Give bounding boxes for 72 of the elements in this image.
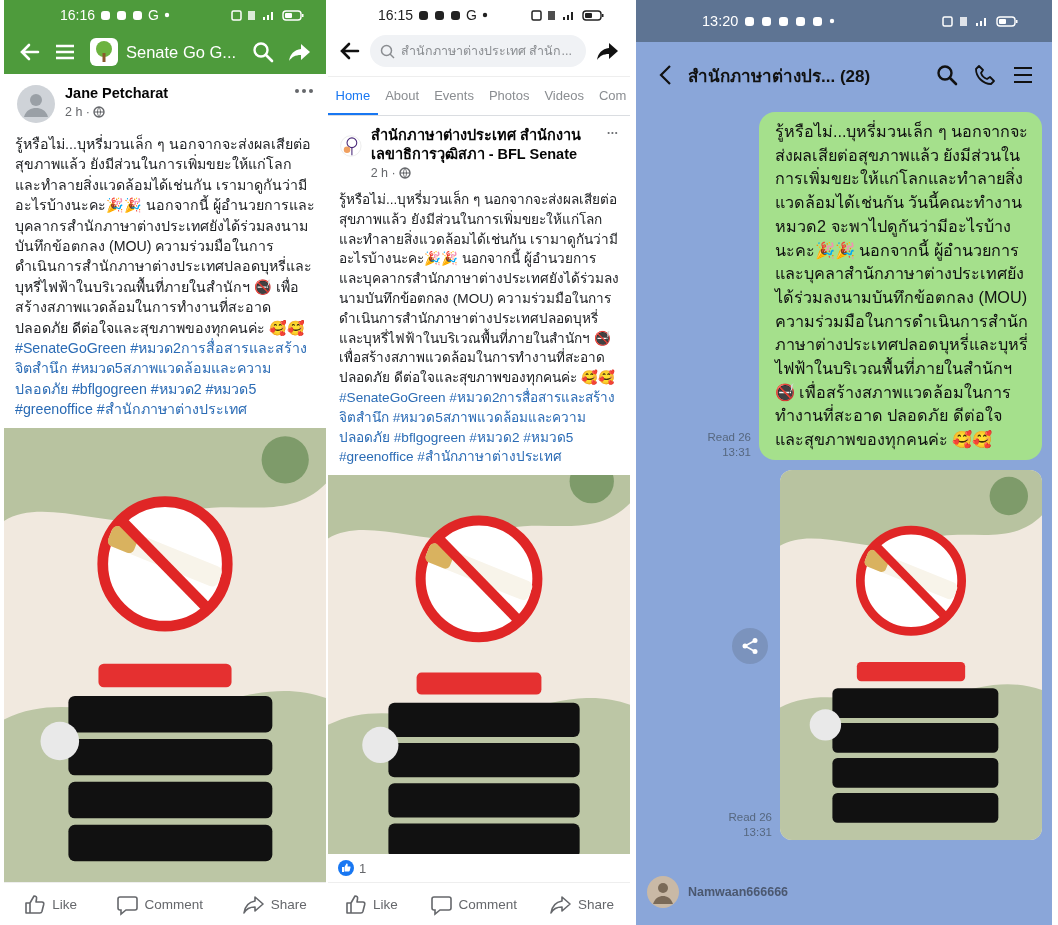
search-field[interactable]: สำนักภาษาต่างประเทศ สำนัก... <box>370 35 586 67</box>
notification-icon <box>812 15 824 27</box>
more-icon[interactable] <box>294 88 314 94</box>
notification-icon <box>100 9 112 21</box>
message-time: 13:31 <box>742 824 772 840</box>
post-text: รู้หรือไม่...บุหรี่มวนเล็ก ๆ นอกจากจะส่งผลเสียต่อสุขภาพแล้ว ยังมีส่วนในการเพิ่มขยะให้แก่โลกและทำลายสิ่งแวดล้อมได้เช่นกัน เรามาดูกันว่ามีอะไรบ้างนะคะ🎉🎉 นอกจากนี้ ผู้อำนวยการและบุคลากรสำนักภาษาต่างประเทศยังได้ร่วมลงนามบันทึกข้อตกลง (MOU) ความร่วมมือในการดำเนินการสำนักภาษาต่างประเทศปลอดบุหรี่และบุหรี่ไฟฟ้าในบริเวณพื้นที่ภายในสำนักฯ 🚭 เพื่อสร้างสภาพแวดล้อมในการทำงานที่สะอาด ปลอดภัย ดีต่อใจและสุขภาพของทุกคนค่ะ 🥰🥰 <box>14 133 316 338</box>
author-name[interactable]: Jane Petcharat <box>65 84 169 103</box>
like-button[interactable]: Like <box>17 888 84 920</box>
avatar-icon[interactable] <box>16 84 56 124</box>
tab[interactable]: Home <box>328 77 378 115</box>
notification-icon <box>132 9 144 21</box>
battery-icon <box>996 15 1018 27</box>
like-icon <box>23 892 47 916</box>
tab[interactable]: Com <box>591 77 630 115</box>
tab[interactable]: Videos <box>536 77 592 115</box>
read-receipt: Read 26 <box>707 429 751 445</box>
reaction-count[interactable]: 1 <box>359 860 367 876</box>
like-icon <box>343 892 367 916</box>
notification-icon <box>795 15 807 27</box>
notification-letter: G <box>466 7 477 23</box>
battery-icon <box>282 9 304 21</box>
notification-icon <box>744 15 756 27</box>
search-icon <box>380 43 395 59</box>
post-time: 2 h · <box>370 166 396 180</box>
share-button[interactable]: Share <box>543 888 621 920</box>
hashtags-text[interactable]: #SenateGoGreen #หมวด2การสื่อสารและสร้างจิตสำนึก #หมวด5สภาพแวดล้อมและความปลอดภัย #bflgogreen #หมวด2 #หมวด5 #greenoffice #สำนักภาษาต่างประเทศ <box>4 338 326 428</box>
notification-icon <box>116 9 128 21</box>
share-button[interactable] <box>732 627 769 664</box>
share-button[interactable]: Share <box>235 888 313 920</box>
author-name[interactable]: สำนักภาษาต่างประเทศ สำนักงาน เลขาธิการวุฒิสภา - BFL Senate <box>370 126 599 164</box>
page-title: Senate Go G... <box>126 42 238 62</box>
phone-icon[interactable] <box>974 64 996 86</box>
read-receipt: Read 26 <box>728 809 772 825</box>
hashtags-text[interactable]: #SenateGoGreen #หมวด2การสื่อสารและสร้างจิตสำนึก #หมวด5สภาพแวดล้อมและความปลอดภัย #bflgogreen #หมวด2 #หมวด5 #greenoffice #สำนักภาษาต่างประเทศ <box>328 387 630 476</box>
post-text: รู้หรือไม่...บุหรี่มวนเล็ก ๆ นอกจากจะส่งผลเสียต่อสุขภาพแล้ว ยังมีส่วนในการเพิ่มขยะให้แก่โลกและทำลายสิ่งแวดล้อมได้เช่นกัน เรามาดูกันว่ามีอะไรบ้างนะคะ🎉🎉 นอกจากนี้ ผู้อำนวยการและบุคลากรสำนักภาษาต่างประเทศยังได้ร่วมลงนามบันทึกข้อตกลง (MOU) ความร่วมมือในการดำเนินการสำนักภาษาต่างประเทศปลอดบุหรี่และบุหรี่ไฟฟ้าในบริเวณพื้นที่ภายในสำนักฯ 🚭 เพื่อสร้างสภาพแวดล้อมในการทำงานที่สะอาด ปลอดภัย ดีต่อใจและสุขภาพของทุกคนค่ะ 🥰🥰 <box>338 189 620 388</box>
notification-letter: G <box>148 7 159 23</box>
post-time: 2 h · <box>65 105 90 119</box>
share-icon[interactable] <box>596 40 620 62</box>
notification-icon <box>450 9 462 21</box>
sender-name: Namwaan666666 <box>688 885 789 899</box>
globe-icon <box>398 167 411 179</box>
comment-button[interactable]: Comment <box>423 888 524 920</box>
message-bubble: รู้หรือไม่...บุหรี่มวนเล็ก ๆ นอกจากจะส่งผลเสียต่อสุขภาพแล้ว ยังมีส่วนในการเพิ่มขยะให้แก่โลกและทำลายสิ่งแวดล้อมได้เช่นกัน วันนี้คณะทำงานหมวด2 จะพาไปดูกันว่ามีอะไรบ้างนะคะ🎉🎉 นอกจากนี้ ผู้อำนวยการและบุคลาสำนักภาษาต่างประเทศยังได้ร่วมลงนามบันทึกข้อตกลง (MOU) ความร่วมมือในการดำเนินการสำนักภาษาต่างประเทศปลอดบุหรี่และบุหรี่ไฟฟ้าในบริเวณพื้นที่ภายในสำนักฯ 🚭 เพื่อสร้างสภาพแวดล้อมในการทำงานที่สะอาด ปลอดภัย ดีต่อใจและสุขภาพของทุกคนค่ะ 🥰🥰 <box>759 112 1042 460</box>
clock-time: 16:16 <box>60 7 96 23</box>
search-icon[interactable] <box>252 41 274 63</box>
like-button[interactable]: Like <box>337 888 404 920</box>
back-icon[interactable] <box>658 64 672 86</box>
dot-icon <box>829 18 836 24</box>
notification-icon <box>418 9 430 21</box>
globe-icon <box>93 106 105 118</box>
menu-icon[interactable] <box>1012 64 1034 86</box>
notification-icon <box>434 9 446 21</box>
tree-logo-icon[interactable] <box>90 38 118 66</box>
dot-icon <box>163 12 170 18</box>
notification-icon <box>778 15 790 27</box>
tab[interactable]: Events <box>426 77 482 115</box>
avatar-icon[interactable] <box>646 875 680 909</box>
back-icon[interactable] <box>338 40 360 62</box>
message-time: 13:31 <box>721 444 751 460</box>
tab[interactable]: Photos <box>481 77 537 115</box>
clock-time: 13:20 <box>702 13 739 29</box>
comment-button[interactable]: Comment <box>109 888 210 920</box>
more-icon[interactable] <box>607 130 618 136</box>
search-icon[interactable] <box>936 64 958 86</box>
tab[interactable]: About <box>377 77 427 115</box>
like-reaction-icon <box>338 860 354 876</box>
chat-title: สำนักภาษาต่างปร... (28) <box>688 65 872 88</box>
notification-icon <box>761 15 773 27</box>
clock-time: 16:15 <box>378 7 414 23</box>
battery-icon <box>582 9 604 21</box>
share-icon <box>741 636 760 655</box>
dot-icon <box>481 12 488 18</box>
